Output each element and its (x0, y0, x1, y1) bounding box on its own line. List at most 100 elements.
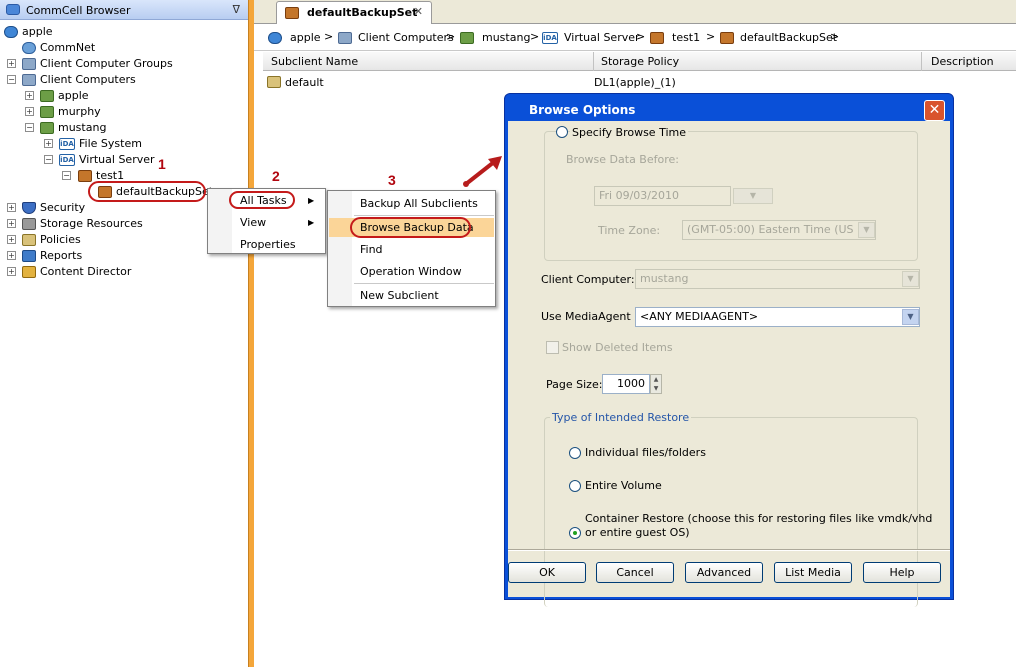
entire-volume-radio[interactable] (569, 480, 581, 492)
tab-label: defaultBackupSet (307, 6, 418, 19)
tree-node-apple[interactable]: apple (40, 88, 89, 104)
tree-node-virtual-server[interactable]: iDA Virtual Server (59, 152, 155, 168)
show-deleted-label: Show Deleted Items (562, 341, 673, 354)
expand-icon[interactable]: + (25, 91, 34, 100)
computer-icon (40, 90, 54, 102)
expand-icon[interactable]: + (7, 219, 16, 228)
client-computer-select[interactable]: mustang (635, 269, 920, 289)
backup-set-icon (285, 7, 299, 19)
reports-icon (22, 250, 36, 262)
close-icon[interactable]: ✕ (924, 100, 945, 121)
specify-browse-time-radio[interactable] (556, 126, 568, 138)
menu-item-new-subclient[interactable]: New Subclient (360, 289, 439, 302)
step-number-2: 2 (272, 168, 280, 184)
tree-node-storage-resources[interactable]: Storage Resources (22, 216, 143, 232)
pointer-arrow-icon (463, 156, 502, 187)
dialog-body: Specify Browse Time Browse Data Before: … (508, 121, 950, 607)
computer-icon (460, 32, 474, 44)
tree-node-client-computers[interactable]: Client Computers (22, 72, 136, 88)
table-header: Subclient Name Storage Policy Descriptio… (263, 52, 1016, 71)
list-media-button[interactable]: List Media (774, 562, 852, 583)
tree-node-security[interactable]: Security (22, 200, 85, 216)
content-director-icon (22, 266, 36, 278)
ida-icon: iDA (59, 154, 75, 166)
tab-default-backup-set[interactable]: defaultBackupSet ✕ (276, 1, 432, 24)
container-restore-radio[interactable] (569, 527, 581, 539)
container-restore-label-2: or entire guest OS) (585, 526, 690, 539)
panel-splitter[interactable] (248, 0, 254, 667)
page-size-spinner[interactable]: ▲ ▼ (650, 374, 662, 394)
tree-node-murphy[interactable]: murphy (40, 104, 101, 120)
advanced-button[interactable]: Advanced (685, 562, 763, 583)
commcell-icon (4, 26, 18, 38)
help-button[interactable]: Help (863, 562, 941, 583)
mediaagent-select[interactable]: <ANY MEDIAAGENT> (635, 307, 920, 327)
breadcrumb-item[interactable]: defaultBackupSet (740, 31, 837, 44)
tree-node-content-director[interactable]: Content Director (22, 264, 131, 280)
menu-item-find[interactable]: Find (360, 243, 383, 256)
breadcrumb-item[interactable]: Virtual Server (564, 31, 640, 44)
collapse-icon[interactable]: − (44, 155, 53, 164)
computer-icon (40, 122, 54, 134)
breadcrumb-item[interactable]: apple (290, 31, 321, 44)
chevron-down-icon[interactable]: ▼ (858, 222, 875, 238)
tree-node-client-groups[interactable]: Client Computer Groups (22, 56, 173, 72)
collapse-icon[interactable]: − (62, 171, 71, 180)
show-deleted-checkbox[interactable] (546, 341, 559, 354)
tree-node-root[interactable]: apple (4, 24, 53, 40)
individual-files-radio[interactable] (569, 447, 581, 459)
ida-icon: iDA (542, 32, 558, 44)
time-zone-label: Time Zone: (598, 224, 661, 237)
browse-date-input[interactable]: Fri 09/03/2010 (594, 186, 731, 206)
ok-button[interactable]: OK (508, 562, 586, 583)
expand-icon[interactable]: + (7, 203, 16, 212)
subclient-name: default (285, 76, 324, 89)
column-header-subclient[interactable]: Subclient Name (271, 55, 358, 68)
menu-item-backup-all-subclients[interactable]: Backup All Subclients (360, 197, 478, 210)
chevron-down-icon[interactable]: ▼ (902, 309, 919, 325)
expand-icon[interactable]: + (44, 139, 53, 148)
column-header-description[interactable]: Description (931, 55, 994, 68)
instance-icon (650, 32, 664, 44)
breadcrumb-item[interactable]: test1 (672, 31, 700, 44)
tree-node-policies[interactable]: Policies (22, 232, 81, 248)
breadcrumb-item[interactable]: Client Computers (358, 31, 454, 44)
menu-item-view[interactable]: View (240, 216, 266, 229)
tree-node-mustang[interactable]: mustang (40, 120, 106, 136)
commnet-icon (22, 42, 36, 54)
subclient-icon (267, 76, 281, 88)
expand-icon[interactable]: + (7, 59, 16, 68)
breadcrumb-item[interactable]: mustang (482, 31, 530, 44)
menu-item-properties[interactable]: Properties (240, 238, 296, 251)
client-group-icon (22, 58, 36, 70)
chevron-down-icon[interactable]: ▼ (902, 271, 919, 287)
tree-node-commnet[interactable]: CommNet (22, 40, 95, 56)
collapse-icon[interactable]: − (7, 75, 16, 84)
tree-node-file-system[interactable]: iDA File System (59, 136, 142, 152)
tree-node-reports[interactable]: Reports (22, 248, 82, 264)
date-picker-button[interactable]: ▼ (733, 188, 773, 204)
dialog-title-bar[interactable]: Browse Options ✕ (509, 96, 949, 122)
restore-type-label: Type of Intended Restore (550, 411, 692, 424)
client-computers-icon (22, 74, 36, 86)
page-size-input[interactable]: 1000 (602, 374, 650, 394)
table-row[interactable]: default DL1(apple)_(1) (267, 75, 1007, 91)
menu-item-operation-window[interactable]: Operation Window (360, 265, 462, 278)
expand-icon[interactable]: + (25, 107, 34, 116)
expand-icon[interactable]: + (7, 235, 16, 244)
storage-policy-value: DL1(apple)_(1) (594, 76, 676, 89)
time-zone-select[interactable]: (GMT-05:00) Eastern Time (US ... (682, 220, 876, 240)
browse-data-before-label: Browse Data Before: (566, 153, 679, 166)
policies-icon (22, 234, 36, 246)
expand-icon[interactable]: + (7, 267, 16, 276)
submenu-arrow-icon: ▶ (308, 218, 315, 227)
step-number-3: 3 (388, 172, 396, 188)
column-header-storage-policy[interactable]: Storage Policy (601, 55, 679, 68)
pin-icon[interactable]: ᐁ (232, 3, 240, 16)
submenu-all-tasks: Backup All Subclients Browse Backup Data… (327, 190, 496, 307)
collapse-icon[interactable]: − (25, 123, 34, 132)
dialog-title: Browse Options (529, 103, 636, 117)
close-icon[interactable]: ✕ (414, 5, 423, 18)
cancel-button[interactable]: Cancel (596, 562, 674, 583)
expand-icon[interactable]: + (7, 251, 16, 260)
